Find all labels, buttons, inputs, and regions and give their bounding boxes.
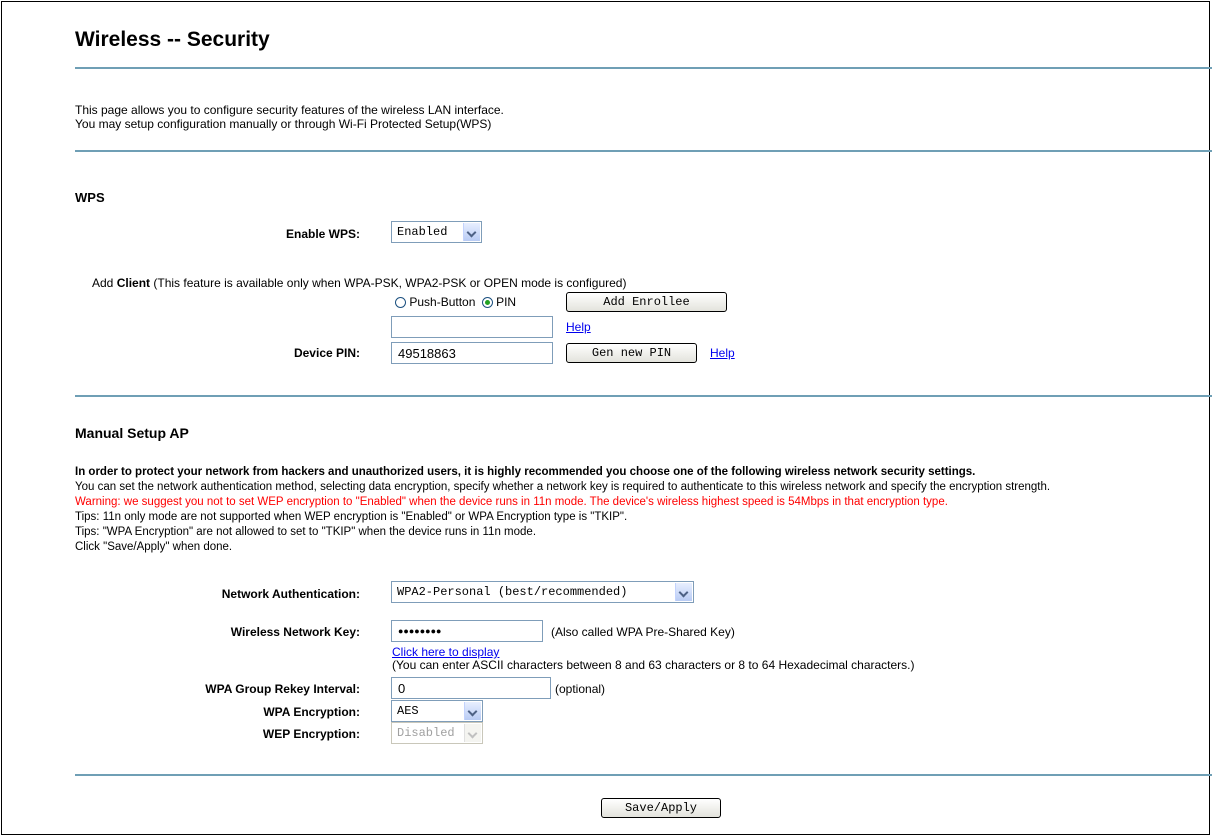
network-auth-label: Network Authentication: — [221, 587, 360, 601]
wps-mode-radios: Push-Button PIN — [395, 295, 516, 309]
device-pin-field: 49518863 — [391, 342, 553, 364]
divider — [75, 395, 1212, 397]
chevron-down-icon — [675, 583, 692, 601]
enable-wps-label: Enable WPS: — [285, 227, 360, 241]
network-auth-value: WPA2-Personal (best/recommended) — [397, 585, 628, 599]
tip-3: Click "Save/Apply" when done. — [75, 541, 233, 553]
add-client-bold: Client — [116, 276, 151, 290]
intro-line-1: This page allows you to configure securi… — [75, 103, 504, 117]
auth-description: You can set the network authentication m… — [75, 481, 1051, 493]
gen-new-pin-button[interactable]: Gen new PIN — [566, 343, 697, 363]
save-apply-button[interactable]: Save/Apply — [601, 798, 721, 818]
add-client-note: (This feature is available only when WPA… — [153, 276, 627, 290]
page-title: Wireless -- Security — [75, 28, 270, 51]
pin-label: PIN — [496, 295, 517, 309]
intro-line-2: You may setup configuration manually or … — [75, 117, 492, 131]
enable-wps-select[interactable]: Enabled — [391, 221, 482, 243]
wep-encryption-value: Disabled — [397, 726, 455, 740]
enable-wps-value: Enabled — [397, 225, 448, 239]
wpa-encryption-select[interactable]: AES — [391, 700, 483, 722]
key-hint: (You can enter ASCII characters between … — [392, 658, 915, 672]
wpa-encryption-label: WPA Encryption: — [263, 705, 360, 719]
pin-radio[interactable] — [481, 297, 493, 308]
tip-1: Tips: 11n only mode are not supported wh… — [75, 511, 628, 523]
divider — [75, 67, 1212, 69]
push-button-radio[interactable] — [395, 297, 406, 308]
rekey-interval-input[interactable] — [391, 677, 551, 699]
wep-encryption-select: Disabled — [391, 722, 483, 744]
add-enrollee-button[interactable]: Add Enrollee — [566, 292, 727, 312]
chevron-down-icon — [464, 702, 481, 720]
add-client-label: Add — [92, 276, 114, 290]
security-recommendation: In order to protect your network from ha… — [75, 466, 976, 478]
help-link[interactable]: Help — [566, 320, 591, 334]
enrollee-pin-input[interactable] — [391, 316, 553, 338]
wps-heading: WPS — [75, 190, 105, 205]
rekey-note: (optional) — [555, 682, 606, 696]
add-client-line: Add Client (This feature is available on… — [92, 276, 626, 290]
network-auth-select[interactable]: WPA2-Personal (best/recommended) — [391, 581, 694, 603]
wpa-encryption-value: AES — [397, 704, 419, 718]
divider — [75, 774, 1212, 776]
chevron-down-icon — [463, 223, 480, 241]
wireless-key-input[interactable]: ●●●●●●●● — [391, 620, 543, 642]
manual-setup-heading: Manual Setup AP — [75, 425, 189, 441]
wireless-key-label: Wireless Network Key: — [230, 625, 360, 639]
push-button-label: Push-Button — [409, 295, 476, 309]
tip-2: Tips: "WPA Encryption" are not allowed t… — [75, 526, 537, 538]
key-note: (Also called WPA Pre-Shared Key) — [551, 625, 735, 639]
chevron-down-icon — [464, 724, 481, 742]
device-pin-help-link[interactable]: Help — [710, 346, 735, 360]
wep-warning: Warning: we suggest you not to set WEP e… — [75, 496, 948, 508]
wep-encryption-label: WEP Encryption: — [262, 727, 360, 741]
device-pin-label: Device PIN: — [293, 346, 360, 360]
divider — [75, 150, 1212, 152]
click-to-display-link[interactable]: Click here to display — [392, 645, 499, 659]
rekey-interval-label: WPA Group Rekey Interval: — [205, 682, 360, 696]
